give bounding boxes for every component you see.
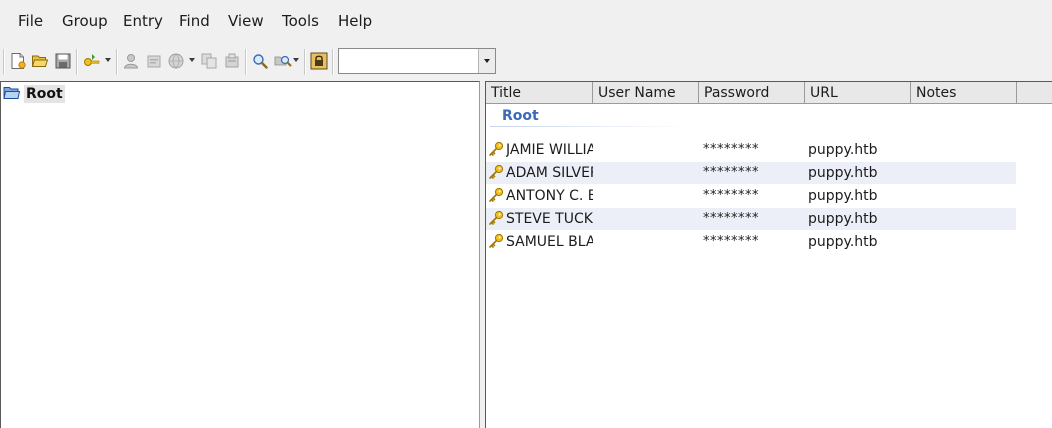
group-tree[interactable]: Root (0, 81, 480, 428)
entry-username (597, 208, 697, 230)
delete-entry-icon[interactable] (223, 52, 241, 70)
key-icon (488, 210, 504, 226)
entry-row[interactable]: ANTONY C. E ******** puppy.htb (486, 185, 1016, 207)
toolbar-separator (304, 49, 306, 75)
entry-url[interactable]: puppy.htb (808, 139, 908, 161)
folder-icon (3, 85, 21, 101)
new-database-icon[interactable] (9, 52, 27, 70)
open-url-dropdown-icon[interactable] (189, 58, 195, 62)
entry-row[interactable]: ADAM SILVER ******** puppy.htb (486, 162, 1016, 184)
menu-bar: File Group Entry Find View Tools Help (0, 0, 1052, 42)
quick-find-input[interactable] (341, 51, 477, 71)
entry-list[interactable]: Title User Name Password URL Notes Root … (485, 81, 1052, 428)
entry-title: ADAM SILVER (506, 165, 593, 181)
column-header-notes[interactable]: Notes (911, 82, 1017, 104)
entry-username (597, 162, 697, 184)
entry-password: ******** (703, 142, 759, 157)
entry-title: STEVE TUCKE (506, 211, 593, 227)
open-database-icon[interactable] (31, 52, 49, 70)
menu-tools[interactable]: Tools (282, 12, 319, 30)
menu-view[interactable]: View (228, 12, 264, 30)
entry-row[interactable]: JAMIE WILLIA ******** puppy.htb (486, 139, 1016, 161)
key-icon (488, 187, 504, 203)
column-header-title[interactable]: Title (486, 82, 593, 104)
open-url-icon[interactable] (167, 52, 185, 70)
entry-password: ******** (703, 165, 759, 180)
add-entry-dropdown-icon[interactable] (105, 58, 111, 62)
key-icon (488, 233, 504, 249)
find-dropdown-icon[interactable] (293, 58, 299, 62)
quick-find-dropdown-icon[interactable] (478, 49, 495, 73)
key-icon (488, 164, 504, 180)
copy-password-icon[interactable] (145, 52, 163, 70)
lock-workspace-icon[interactable] (310, 52, 328, 70)
quick-find-combo[interactable] (338, 48, 496, 74)
column-header-filler (1017, 82, 1052, 104)
entry-list-header: Title User Name Password URL Notes (486, 82, 1052, 104)
menu-group[interactable]: Group (62, 12, 108, 30)
entry-notes (914, 139, 1014, 161)
entry-row[interactable]: STEVE TUCKE ******** puppy.htb (486, 208, 1016, 230)
toolbar-separator (3, 49, 5, 75)
toolbar-separator (332, 49, 334, 75)
entry-password: ******** (703, 234, 759, 249)
column-header-username[interactable]: User Name (593, 82, 699, 104)
find-icon[interactable] (251, 52, 269, 70)
entry-url[interactable]: puppy.htb (808, 208, 908, 230)
entry-notes (914, 162, 1014, 184)
copy-entry-icon[interactable] (200, 52, 218, 70)
keepass-window: File Group Entry Find View Tools Help Ro… (0, 0, 1052, 428)
group-divider (490, 126, 688, 127)
toolbar (0, 42, 1052, 80)
menu-entry[interactable]: Entry (123, 12, 163, 30)
entry-title: ANTONY C. E (506, 188, 593, 204)
key-icon (488, 141, 504, 157)
toolbar-separator (245, 49, 247, 75)
column-header-password[interactable]: Password (699, 82, 805, 104)
copy-username-icon[interactable] (122, 52, 140, 70)
entry-url[interactable]: puppy.htb (808, 162, 908, 184)
menu-file[interactable]: File (18, 12, 43, 30)
entry-title: SAMUEL BLAI (506, 234, 593, 250)
entry-username (597, 139, 697, 161)
entry-username (597, 185, 697, 207)
toolbar-separator (76, 49, 78, 75)
column-header-url[interactable]: URL (805, 82, 911, 104)
entry-username (597, 231, 697, 253)
entry-password: ******** (703, 211, 759, 226)
add-entry-icon[interactable] (82, 52, 106, 70)
entry-notes (914, 208, 1014, 230)
tree-item-label: Root (24, 85, 65, 103)
entry-row[interactable]: SAMUEL BLAI ******** puppy.htb (486, 231, 1016, 253)
entry-url[interactable]: puppy.htb (808, 231, 908, 253)
save-database-icon[interactable] (54, 52, 72, 70)
entry-url[interactable]: puppy.htb (808, 185, 908, 207)
menu-help[interactable]: Help (338, 12, 372, 30)
entry-title: JAMIE WILLIA (506, 142, 593, 158)
entry-notes (914, 231, 1014, 253)
entry-password: ******** (703, 188, 759, 203)
find-in-group-icon[interactable] (274, 52, 292, 70)
toolbar-separator (116, 49, 118, 75)
list-group-label: Root (502, 108, 539, 124)
entry-notes (914, 185, 1014, 207)
menu-find[interactable]: Find (179, 12, 210, 30)
